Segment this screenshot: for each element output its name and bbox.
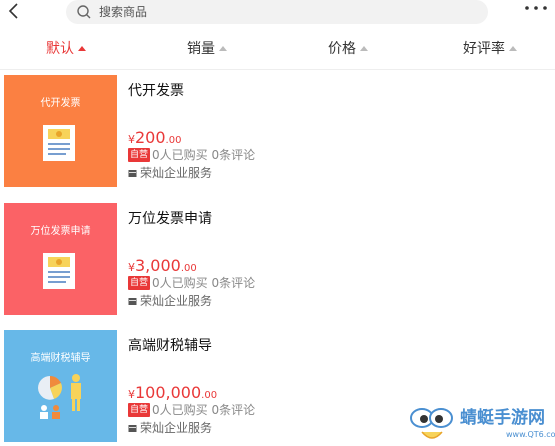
sort-tab-default[interactable]: 默认	[46, 40, 86, 58]
self-operated-badge: 自营	[128, 276, 151, 290]
product-thumbnail[interactable]: 万位发票申请	[4, 203, 117, 315]
product-meta: 自营 0人已购买 0条评论	[128, 148, 255, 162]
product-stats: 0人已购买 0条评论	[152, 148, 256, 162]
watermark-text: 蜻蜓手游网	[460, 408, 545, 428]
sort-arrow-icon	[509, 46, 517, 51]
product-thumbnail[interactable]: 高端财税辅导	[4, 330, 117, 442]
sort-tab-label: 默认	[46, 41, 74, 57]
sort-arrow-icon	[219, 46, 227, 51]
shop-name: 荣灿企业服务	[140, 421, 213, 435]
price-currency: ¥	[128, 133, 135, 146]
shop-link[interactable]: 荣灿企业服务	[128, 421, 212, 435]
price-decimal: .00	[165, 135, 182, 146]
thumbnail-title: 高端财税辅导	[30, 353, 91, 364]
shop-icon	[128, 170, 137, 177]
sort-tab-price[interactable]: 价格	[328, 40, 368, 58]
product-name[interactable]: 高端财税辅导	[128, 336, 212, 356]
self-operated-badge: 自营	[128, 148, 151, 162]
shop-name: 荣灿企业服务	[140, 166, 213, 180]
shop-link[interactable]: 荣灿企业服务	[128, 166, 212, 180]
shop-link[interactable]: 荣灿企业服务	[128, 294, 212, 308]
search-icon	[77, 5, 91, 19]
more-options-icon[interactable]	[524, 4, 548, 12]
invoice-icon	[43, 253, 75, 289]
self-operated-badge: 自营	[128, 403, 151, 417]
dragonfly-logo-icon	[410, 408, 453, 439]
sort-bar: 默认 销量 价格 好评率	[0, 26, 555, 70]
sort-tab-label: 价格	[328, 41, 356, 57]
top-bar: 搜索商品	[0, 0, 555, 26]
product-meta: 自营 0人已购买 0条评论	[128, 403, 255, 417]
back-arrow-icon[interactable]	[6, 2, 22, 20]
product-name[interactable]: 代开发票	[128, 81, 184, 101]
product-meta: 自营 0人已购买 0条评论	[128, 276, 255, 290]
sort-arrow-icon	[78, 46, 86, 51]
product-name[interactable]: 万位发票申请	[128, 209, 212, 229]
product-thumbnail[interactable]: 代开发票	[4, 75, 117, 187]
thumbnail-title: 代开发票	[40, 98, 81, 109]
price-decimal: .00	[180, 263, 197, 274]
product-stats: 0人已购买 0条评论	[152, 276, 256, 290]
shop-icon	[128, 425, 137, 432]
invoice-icon	[43, 125, 75, 161]
sort-tab-label: 好评率	[463, 41, 505, 57]
price-main: 200	[135, 128, 166, 147]
thumbnail-title: 万位发票申请	[30, 226, 91, 237]
product-item[interactable]: 万位发票申请 万位发票申请 ¥3,000.00 自营 0人已购买 0条评论 荣灿企…	[4, 203, 555, 317]
search-placeholder: 搜索商品	[99, 5, 148, 19]
shop-name: 荣灿企业服务	[140, 294, 213, 308]
shop-icon	[128, 298, 137, 305]
price-currency: ¥	[128, 388, 135, 401]
price-currency: ¥	[128, 261, 135, 274]
product-stats: 0人已购买 0条评论	[152, 403, 256, 417]
sort-arrow-icon	[360, 46, 368, 51]
product-info: 代开发票 ¥200.00 自营 0人已购买 0条评论 荣灿企业服务	[128, 75, 548, 187]
price-main: 100,000	[135, 383, 202, 402]
sort-tab-label: 销量	[187, 41, 215, 57]
watermark-url: www.QT6.com	[506, 430, 555, 439]
finance-consulting-icon	[38, 374, 81, 419]
search-bar[interactable]: 搜索商品	[66, 0, 488, 24]
price-decimal: .00	[201, 390, 218, 401]
product-info: 万位发票申请 ¥3,000.00 自营 0人已购买 0条评论 荣灿企业服务	[128, 203, 548, 315]
sort-tab-rating[interactable]: 好评率	[463, 40, 517, 58]
price-main: 3,000	[135, 256, 181, 275]
product-item[interactable]: 代开发票 代开发票 ¥200.00 自营 0人已购买 0条评论 荣灿企业服务	[4, 75, 555, 189]
site-watermark: 蜻蜓手游网 www.QT6.com	[408, 404, 555, 446]
sort-tab-sales[interactable]: 销量	[187, 40, 227, 58]
